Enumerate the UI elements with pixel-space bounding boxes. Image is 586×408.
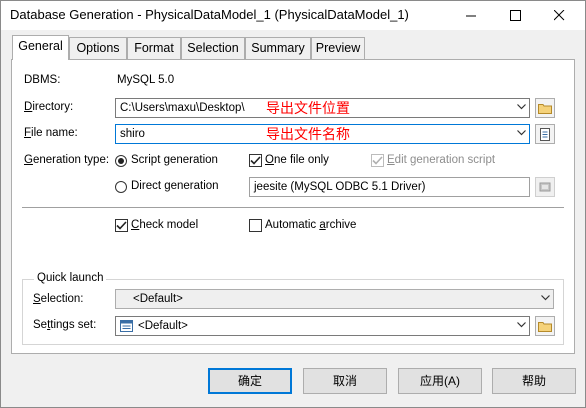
selection-combo[interactable]: <Default> xyxy=(115,289,554,309)
selection-value: <Default> xyxy=(133,293,183,305)
edit-generation-script-checkbox[interactable] xyxy=(371,154,384,167)
connect-data-source-button[interactable] xyxy=(535,177,555,197)
data-source-field[interactable]: jeesite (MySQL ODBC 5.1 Driver) xyxy=(249,177,530,197)
filename-value: shiro xyxy=(120,128,145,140)
one-file-only-label[interactable]: One file only xyxy=(265,154,329,166)
browse-settings-button[interactable] xyxy=(535,316,555,336)
database-connect-icon xyxy=(539,182,551,192)
folder-icon xyxy=(538,322,552,332)
close-icon xyxy=(553,10,564,21)
dbms-value: MySQL 5.0 xyxy=(117,74,175,86)
check-model-checkbox[interactable] xyxy=(115,219,128,232)
folder-icon xyxy=(538,104,552,114)
settings-list-icon xyxy=(120,320,133,332)
tab-preview[interactable]: Preview xyxy=(311,37,365,59)
section-separator xyxy=(22,207,564,208)
direct-generation-label[interactable]: Direct generation xyxy=(131,180,219,192)
maximize-icon xyxy=(509,10,521,21)
settings-set-label: Settings set: xyxy=(33,319,97,331)
generation-type-label: Generation type: xyxy=(24,154,110,166)
close-button[interactable] xyxy=(537,1,581,30)
filename-annotation: 导出文件名称 xyxy=(266,126,350,142)
dbms-label: DBMS: xyxy=(24,74,61,86)
tab-format[interactable]: Format xyxy=(127,37,181,59)
edit-filename-button[interactable] xyxy=(535,124,555,144)
tab-options[interactable]: Options xyxy=(69,37,127,59)
chevron-down-icon[interactable] xyxy=(517,130,526,136)
script-generation-label[interactable]: Script generation xyxy=(131,154,218,166)
one-file-only-checkbox[interactable] xyxy=(249,154,262,167)
general-panel: DBMS: MySQL 5.0 Directory: C:\Users\maxu… xyxy=(11,59,575,354)
script-generation-radio[interactable] xyxy=(115,155,127,167)
edit-generation-script-label[interactable]: Edit generation script xyxy=(387,154,495,166)
filename-label: File name: xyxy=(24,127,78,139)
radio-selected-dot xyxy=(118,158,124,164)
automatic-archive-label[interactable]: Automatic archive xyxy=(265,219,356,231)
chevron-down-icon[interactable] xyxy=(517,104,526,110)
automatic-archive-checkbox[interactable] xyxy=(249,219,262,232)
window-title: Database Generation - PhysicalDataModel_… xyxy=(10,7,409,22)
ok-button[interactable]: 确定 xyxy=(208,368,292,394)
database-generation-dialog: Database Generation - PhysicalDataModel_… xyxy=(0,0,586,408)
document-icon xyxy=(540,127,550,141)
apply-button[interactable]: 应用(A) xyxy=(398,368,482,394)
settings-set-combo[interactable]: <Default> xyxy=(115,316,530,336)
cancel-button[interactable]: 取消 xyxy=(303,368,387,394)
directory-label: Directory: xyxy=(24,101,74,113)
help-button[interactable]: 帮助 xyxy=(492,368,576,394)
selection-label: Selection: xyxy=(33,293,84,305)
tab-selection[interactable]: Selection xyxy=(181,37,245,59)
minimize-button[interactable] xyxy=(449,1,493,30)
directory-annotation: 导出文件位置 xyxy=(266,100,350,116)
directory-value: C:\Users\maxu\Desktop\ xyxy=(120,102,245,114)
direct-generation-radio[interactable] xyxy=(115,181,127,193)
maximize-button[interactable] xyxy=(493,1,537,30)
checkmark-icon xyxy=(116,221,127,230)
minimize-icon xyxy=(465,15,476,17)
directory-label-rest: irectory: xyxy=(32,101,74,113)
chevron-down-icon[interactable] xyxy=(517,322,526,328)
tab-general[interactable]: General xyxy=(12,35,69,60)
browse-directory-button[interactable] xyxy=(535,98,555,118)
chevron-down-icon[interactable] xyxy=(541,295,550,301)
settings-set-value: <Default> xyxy=(138,320,188,332)
check-model-label[interactable]: Check model xyxy=(131,219,198,231)
title-bar: Database Generation - PhysicalDataModel_… xyxy=(1,1,585,30)
checkmark-icon xyxy=(372,156,383,165)
checkmark-icon xyxy=(250,156,261,165)
quick-launch-legend: Quick launch xyxy=(34,272,107,284)
tab-summary[interactable]: Summary xyxy=(245,37,311,59)
